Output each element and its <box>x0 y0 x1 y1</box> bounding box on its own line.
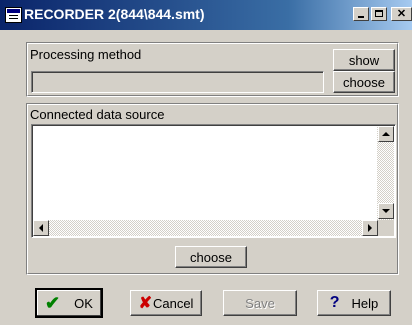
question-mark-icon: ? <box>329 294 340 311</box>
close-button[interactable]: ✕ <box>391 7 412 21</box>
ok-label: OK <box>74 295 93 311</box>
title-bar[interactable]: RECORDER 2(844\844.smt) ✕ <box>0 0 412 30</box>
processing-choose-button[interactable]: choose <box>333 71 395 93</box>
cancel-label: Cancel <box>152 295 194 311</box>
processing-method-label: Processing method <box>30 47 142 62</box>
arrow-right-icon <box>368 224 372 232</box>
arrow-left-icon <box>39 224 43 232</box>
close-icon: ✕ <box>396 8 407 20</box>
processing-method-field[interactable] <box>31 71 324 93</box>
scroll-down-button[interactable] <box>378 203 394 219</box>
cancel-button[interactable]: ✘ Cancel <box>130 290 202 316</box>
app-icon <box>5 7 22 23</box>
red-x-icon: ✘ <box>138 295 152 312</box>
data-source-group: Connected data source choose <box>26 103 399 275</box>
processing-method-group: Processing method show choose <box>26 42 399 97</box>
checkmark-icon: ✔ <box>45 292 61 313</box>
minimize-button[interactable] <box>353 7 369 21</box>
scroll-up-button[interactable] <box>378 126 394 142</box>
arrow-up-icon <box>382 132 390 136</box>
scroll-left-button[interactable] <box>33 220 49 236</box>
arrow-down-icon <box>382 209 390 213</box>
scroll-corner <box>378 220 394 236</box>
data-source-choose-button[interactable]: choose <box>175 246 247 268</box>
maximize-button[interactable] <box>371 7 387 21</box>
data-source-list[interactable] <box>31 124 396 238</box>
maximize-icon <box>375 10 383 17</box>
help-label: Help <box>351 295 379 311</box>
help-button[interactable]: ? Help <box>317 290 391 316</box>
horizontal-scrollbar[interactable] <box>33 220 378 236</box>
scroll-right-button[interactable] <box>362 220 378 236</box>
ok-button[interactable]: ✔ OK <box>35 288 103 318</box>
window-title: RECORDER 2(844\844.smt) <box>24 6 205 22</box>
minimize-icon <box>358 16 364 18</box>
save-button[interactable]: Save <box>223 290 297 316</box>
data-source-label: Connected data source <box>30 107 165 122</box>
show-button[interactable]: show <box>333 49 395 71</box>
